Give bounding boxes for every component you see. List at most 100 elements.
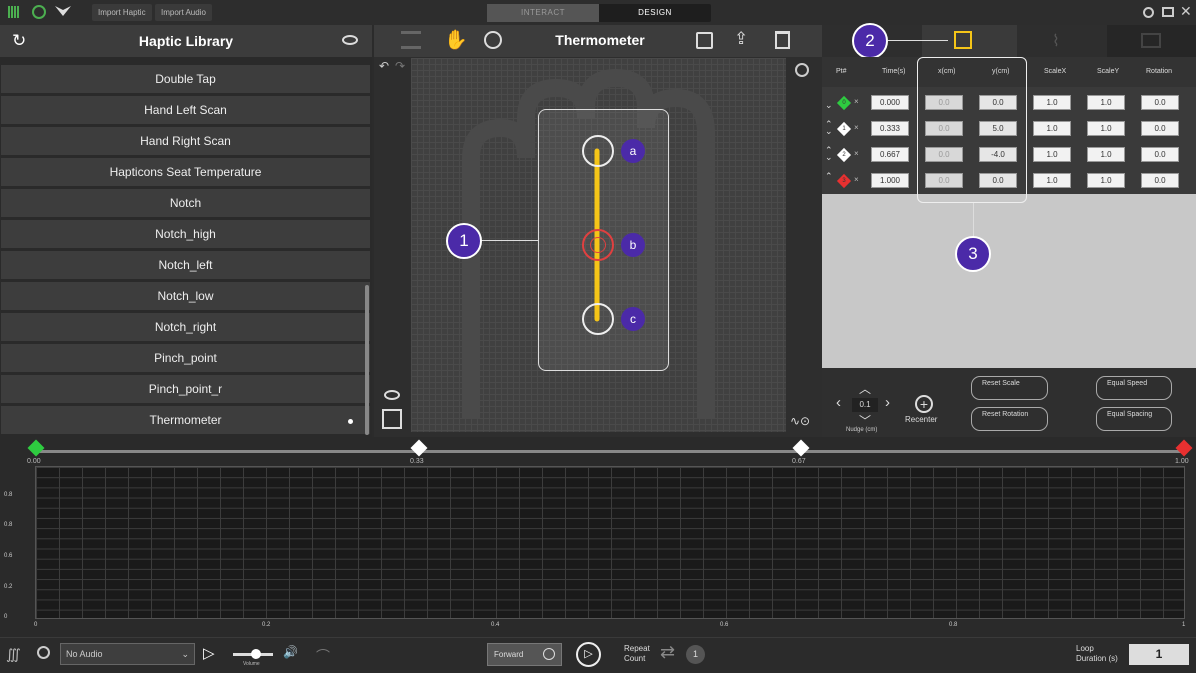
audio-search-icon[interactable] — [37, 646, 50, 659]
table-cell-sy[interactable]: 1.0 — [1087, 95, 1125, 110]
import-haptic-button[interactable]: Import Haptic — [92, 4, 152, 21]
equal-spacing-button[interactable]: Equal Spacing — [1096, 407, 1172, 431]
audio-select[interactable]: No Audio ⌄ — [60, 643, 195, 665]
delete-point-icon[interactable]: × — [854, 149, 859, 158]
envelope-icon[interactable]: ⌒ — [316, 646, 330, 666]
path-icon[interactable]: ∿⊙ — [790, 414, 810, 428]
reorder-arrows-icon[interactable]: ⌃ — [825, 172, 833, 181]
point-c-handle[interactable] — [582, 303, 614, 335]
reset-rotation-button[interactable]: Reset Rotation — [971, 407, 1048, 431]
list-item[interactable]: Double Tap — [1, 65, 370, 94]
point-index: 2 — [842, 152, 846, 158]
repeat-icon[interactable]: ⇄ — [660, 642, 675, 663]
target-icon[interactable] — [795, 63, 809, 77]
play-button[interactable]: ▷ — [576, 642, 601, 667]
hand-icon[interactable]: ✋ — [444, 28, 468, 52]
table-cell-sx[interactable]: 1.0 — [1033, 95, 1071, 110]
table-cell-sy[interactable]: 1.0 — [1087, 121, 1125, 136]
delete-point-icon[interactable]: × — [854, 123, 859, 132]
list-item[interactable]: Pinch_point_r — [1, 375, 370, 404]
scrollbar[interactable] — [365, 285, 369, 435]
list-item[interactable]: Hand Right Scan — [1, 127, 370, 156]
volume-slider[interactable] — [233, 649, 273, 659]
redo-icon[interactable]: ↷ — [395, 59, 405, 73]
play-audio-icon[interactable]: ▷ — [203, 644, 215, 662]
close-icon[interactable]: ✕ — [1180, 3, 1192, 20]
table-cell-sy[interactable]: 1.0 — [1087, 173, 1125, 188]
repeat-label: Repeat Count — [624, 644, 650, 663]
recenter-icon[interactable]: + — [915, 395, 933, 413]
import-audio-button[interactable]: Import Audio — [155, 4, 212, 21]
y-tick: 0.6 — [4, 553, 13, 559]
nudge-right-icon[interactable]: › — [885, 394, 890, 411]
tab-preview[interactable] — [1107, 25, 1196, 57]
library-list: Double Tap Hand Left Scan Hand Right Sca… — [0, 57, 372, 437]
table-cell-rot[interactable]: 0.0 — [1141, 173, 1179, 188]
x-tick: 0 — [34, 622, 38, 628]
point-a-handle[interactable] — [582, 135, 614, 167]
list-item[interactable]: Notch — [1, 189, 370, 218]
magic-icon[interactable] — [484, 31, 502, 49]
point-index-badge: 1 — [836, 121, 852, 137]
point-c-label: c — [621, 307, 645, 331]
list-item[interactable]: Hapticons Seat Temperature — [1, 158, 370, 187]
equal-speed-button[interactable]: Equal Speed — [1096, 376, 1172, 400]
table-cell-time[interactable]: 0.000 — [871, 95, 909, 110]
nudge-value[interactable]: 0.1 — [852, 398, 878, 412]
table-cell-time[interactable]: 0.667 — [871, 147, 909, 162]
reorder-arrows-icon[interactable]: ⌄ — [825, 95, 833, 110]
list-item[interactable]: Notch_right — [1, 313, 370, 342]
point-index: 0 — [842, 100, 846, 106]
save-icon[interactable] — [696, 32, 713, 49]
recenter-label[interactable]: Recenter — [905, 415, 937, 424]
list-item[interactable]: Notch_low — [1, 282, 370, 311]
nudge-left-icon[interactable]: ‹ — [836, 394, 841, 411]
grid-logo-icon — [8, 6, 20, 18]
table-cell-sx[interactable]: 1.0 — [1033, 121, 1071, 136]
speaker-icon[interactable]: 🔊 — [283, 645, 298, 659]
image-icon[interactable] — [382, 409, 402, 429]
list-item[interactable]: Hand Left Scan — [1, 96, 370, 125]
tab-design[interactable] — [922, 25, 1017, 57]
intensity-curve-grid[interactable] — [35, 466, 1185, 619]
brand-logo-icon — [55, 6, 71, 16]
nudge-up-icon[interactable]: ︿ — [859, 380, 871, 397]
window-icon[interactable] — [1162, 7, 1174, 17]
y-tick: 0.8 — [4, 522, 13, 528]
table-cell-time[interactable]: 1.000 — [871, 173, 909, 188]
table-cell-rot[interactable]: 0.0 — [1141, 95, 1179, 110]
keyframe-track — [35, 450, 1185, 453]
table-cell-rot[interactable]: 0.0 — [1141, 147, 1179, 162]
share-icon[interactable]: ⇪ — [734, 29, 748, 49]
point-b-handle[interactable] — [582, 229, 614, 261]
table-cell-sy[interactable]: 1.0 — [1087, 147, 1125, 162]
list-item[interactable]: Notch_left — [1, 251, 370, 280]
eye-icon[interactable] — [342, 35, 358, 45]
reorder-arrows-icon[interactable]: ⌃ ⌄ — [825, 146, 833, 162]
reset-scale-button[interactable]: Reset Scale — [971, 376, 1048, 400]
globe-icon[interactable] — [32, 5, 46, 19]
repeat-count[interactable]: 1 — [686, 645, 705, 664]
trash-icon[interactable] — [775, 31, 790, 49]
waveform-icon[interactable]: ∭ — [6, 646, 21, 663]
table-cell-sx[interactable]: 1.0 — [1033, 147, 1071, 162]
settings-icon[interactable] — [1143, 7, 1154, 18]
design-mode-tab[interactable]: DESIGN — [599, 4, 711, 22]
list-item[interactable]: Notch_high — [1, 220, 370, 249]
direction-select[interactable]: Forward — [487, 643, 562, 666]
list-item[interactable]: Pinch_point — [1, 344, 370, 373]
reorder-arrows-icon[interactable]: ⌃ ⌄ — [825, 120, 833, 136]
delete-point-icon[interactable]: × — [854, 97, 859, 106]
undo-icon[interactable]: ↶ — [379, 59, 389, 73]
list-item-selected[interactable]: Thermometer — [1, 406, 370, 435]
visibility-icon[interactable] — [384, 390, 400, 400]
keyframe-label: 1.00 — [1175, 458, 1189, 465]
table-cell-rot[interactable]: 0.0 — [1141, 121, 1179, 136]
loop-duration-input[interactable]: 1 — [1129, 644, 1189, 665]
table-cell-time[interactable]: 0.333 — [871, 121, 909, 136]
table-cell-sx[interactable]: 1.0 — [1033, 173, 1071, 188]
tab-curve[interactable]: ⌇ — [1017, 25, 1107, 57]
layers-icon[interactable] — [401, 31, 421, 49]
interact-mode-tab[interactable]: INTERACT — [487, 4, 599, 22]
delete-point-icon[interactable]: × — [854, 175, 859, 184]
